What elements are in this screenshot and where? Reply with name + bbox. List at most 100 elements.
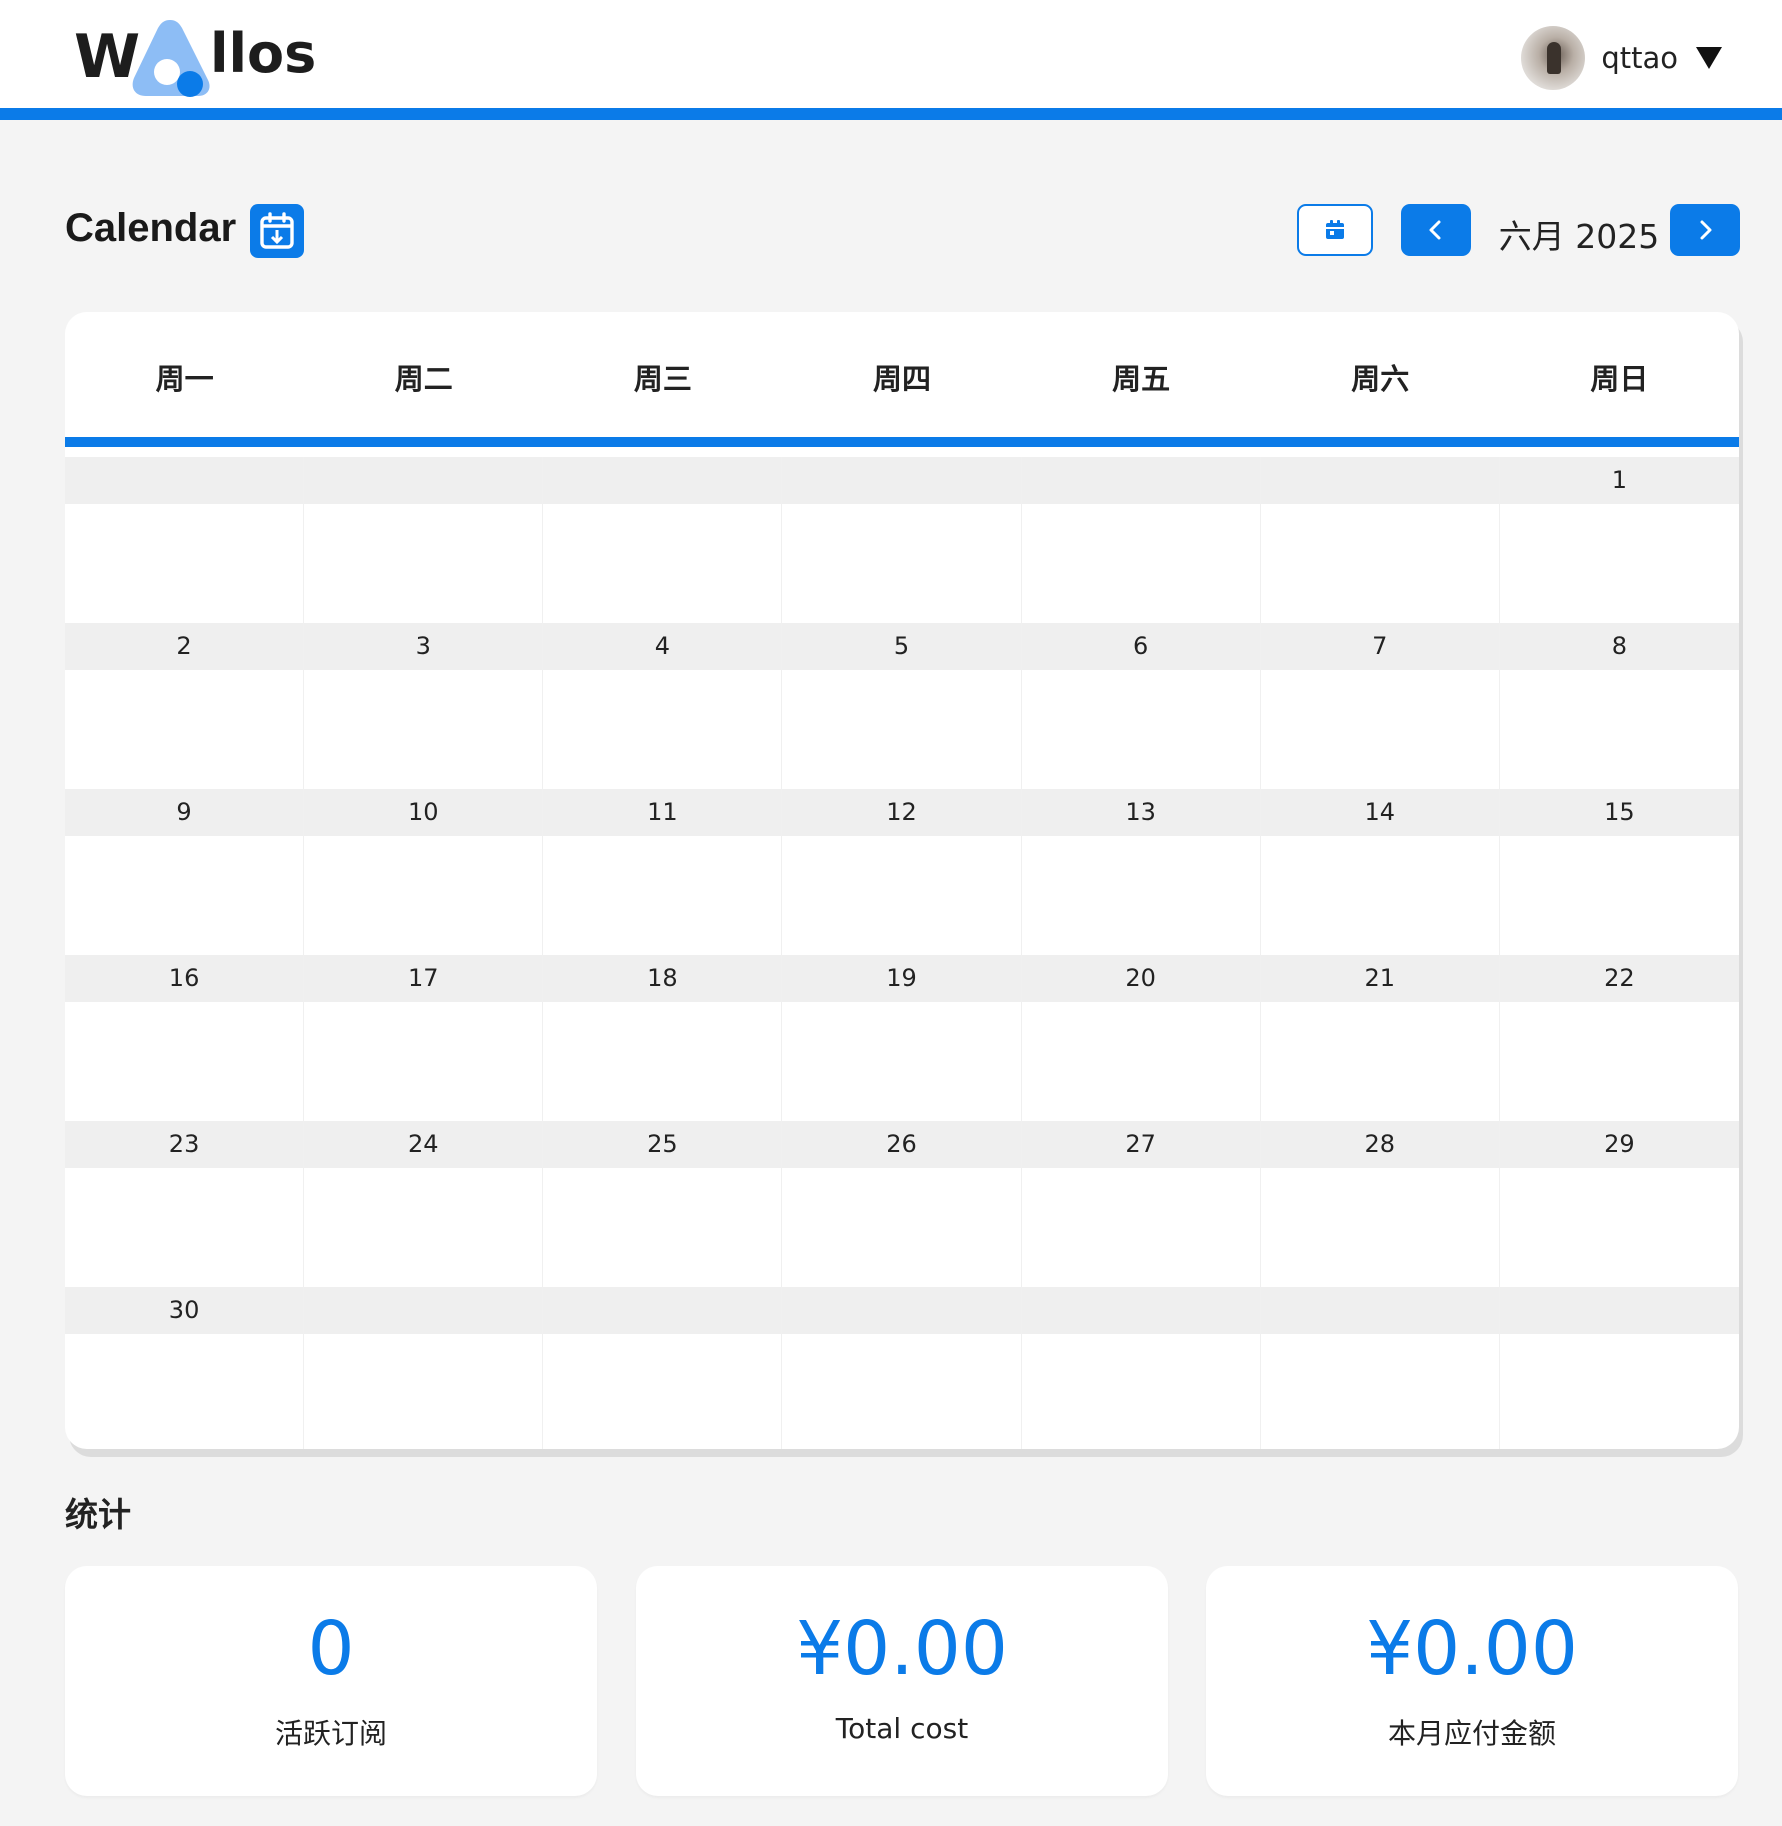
calendar-empty-cell (782, 1287, 1022, 1449)
stat-label: 本月应付金额 (1387, 1717, 1556, 1750)
stat-value: ¥0.00 (1366, 1606, 1578, 1692)
wallos-logo[interactable]: W llos (74, 16, 317, 100)
calendar-empty-cell (543, 457, 783, 623)
calendar-day-cell[interactable]: 14 (1261, 789, 1500, 955)
calendar-day-cell[interactable]: 18 (543, 955, 783, 1121)
calendar-day-cell[interactable]: 22 (1500, 955, 1739, 1121)
weekday-label: 周三 (633, 362, 692, 396)
calendar-empty-cell (1500, 1287, 1739, 1449)
username[interactable]: qttao (1601, 41, 1678, 75)
calendar-empty-cell (782, 457, 1022, 623)
export-calendar-button[interactable] (250, 204, 304, 258)
calendar-day-cell[interactable]: 26 (782, 1121, 1022, 1287)
calendar-day-cell[interactable]: 8 (1500, 623, 1739, 789)
day-number: 1 (1611, 466, 1628, 494)
calendar-day-cell[interactable]: 21 (1261, 955, 1500, 1121)
calendar-day-cell[interactable]: 6 (1022, 623, 1261, 789)
prev-month-button[interactable] (1401, 204, 1471, 256)
day-number: 9 (176, 798, 192, 826)
stat-value: 0 (307, 1606, 355, 1692)
calendar-week-row: 9 10 11 12 13 14 15 (65, 789, 1739, 955)
user-menu[interactable]: qttao (1521, 26, 1722, 90)
day-number (543, 457, 781, 504)
day-number: 19 (886, 964, 917, 992)
calendar-week-row: 2 3 4 5 6 7 8 (65, 623, 1739, 789)
calendar-download-icon (260, 212, 294, 249)
day-number: 15 (1604, 798, 1635, 826)
stat-label: 活跃订阅 (274, 1717, 387, 1750)
day-number (65, 457, 303, 504)
calendar-day-cell[interactable]: 3 (304, 623, 544, 789)
day-number (543, 1287, 781, 1334)
day-number: 23 (168, 1130, 200, 1158)
calendar-day-cell[interactable]: 4 (543, 623, 783, 789)
calendar-day-cell[interactable]: 30 (65, 1287, 305, 1449)
calendar-day-cell[interactable]: 27 (1022, 1121, 1261, 1287)
current-month-label: 六月 2025 (1498, 217, 1660, 256)
calendar-day-cell[interactable]: 7 (1261, 623, 1500, 789)
calendar-day-cell[interactable]: 12 (782, 789, 1022, 955)
logo-mark-icon (132, 20, 210, 97)
calendar-day-cell[interactable]: 29 (1500, 1121, 1739, 1287)
weekday-header-row: 周一 周二 周三 周四 周五 周六 周日 (65, 312, 1739, 447)
day-number: 4 (654, 632, 670, 660)
day-number (1500, 1287, 1739, 1334)
chevron-left-icon (1429, 220, 1441, 240)
calendar-day-cell[interactable]: 16 (65, 955, 305, 1121)
top-header: W llos qttao (0, 0, 1782, 120)
calendar-day-cell[interactable]: 23 (65, 1121, 305, 1287)
calendar-empty-cell (1261, 457, 1500, 623)
calendar-day-cell[interactable]: 28 (1261, 1121, 1500, 1287)
day-number: 26 (886, 1130, 917, 1158)
calendar-day-cell[interactable]: 5 (782, 623, 1022, 789)
calendar-day-cell[interactable]: 19 (782, 955, 1022, 1121)
day-number: 2 (176, 632, 192, 660)
day-number (1261, 1287, 1499, 1334)
day-number: 27 (1125, 1130, 1156, 1158)
stat-label: Total cost (835, 1712, 969, 1745)
calendar-day-cell[interactable]: 2 (65, 623, 305, 789)
day-number: 3 (415, 632, 431, 660)
next-month-button[interactable] (1670, 204, 1740, 256)
weekday-label: 周六 (1351, 362, 1410, 396)
avatar[interactable] (1521, 26, 1586, 90)
day-number (1022, 457, 1260, 504)
stat-value: ¥0.00 (796, 1606, 1008, 1692)
day-number: 29 (1604, 1130, 1635, 1158)
calendar-day-cell[interactable]: 25 (543, 1121, 783, 1287)
page-title: Calendar (65, 206, 237, 250)
calendar-day-cell[interactable]: 20 (1022, 955, 1261, 1121)
calendar-day-cell[interactable]: 24 (304, 1121, 544, 1287)
weekday-label: 周五 (1112, 362, 1171, 396)
calendar-empty-cell (65, 457, 305, 623)
day-number: 17 (407, 964, 439, 992)
day-number: 5 (893, 632, 910, 660)
chevron-right-icon (1700, 220, 1712, 240)
calendar-day-cell[interactable]: 17 (304, 955, 544, 1121)
calendar-day-cell[interactable]: 15 (1500, 789, 1739, 955)
caret-down-icon[interactable] (1696, 47, 1722, 69)
calendar-empty-cell (543, 1287, 783, 1449)
calendar-week-row: 16 17 18 19 20 21 22 (65, 955, 1739, 1121)
day-number: 25 (647, 1130, 678, 1158)
calendar-day-cell[interactable]: 11 (543, 789, 783, 955)
today-button[interactable] (1297, 204, 1373, 256)
calendar-weeks: 1 2 3 4 5 6 7 8 9 10 11 12 13 14 15 16 17 18 19 20 21 22 23 24 2… (65, 457, 1739, 1449)
day-number (782, 457, 1020, 504)
weekday-label: 周一 (155, 362, 214, 396)
logo-text: llos (210, 22, 317, 85)
stat-card-amount-due: ¥0.00 本月应付金额 (1206, 1566, 1738, 1796)
weekday-label: 周日 (1590, 362, 1649, 396)
calendar-day-cell[interactable]: 13 (1022, 789, 1261, 955)
calendar-empty-cell (304, 457, 544, 623)
day-number: 30 (168, 1296, 200, 1324)
calendar-empty-cell (1022, 457, 1261, 623)
calendar-empty-cell (1022, 1287, 1261, 1449)
day-number: 12 (886, 798, 917, 826)
calendar-empty-cell (304, 1287, 544, 1449)
calendar-day-cell[interactable]: 1 (1500, 457, 1739, 623)
calendar-icon (1326, 220, 1344, 239)
day-number (304, 457, 542, 504)
calendar-day-cell[interactable]: 10 (304, 789, 544, 955)
calendar-day-cell[interactable]: 9 (65, 789, 305, 955)
